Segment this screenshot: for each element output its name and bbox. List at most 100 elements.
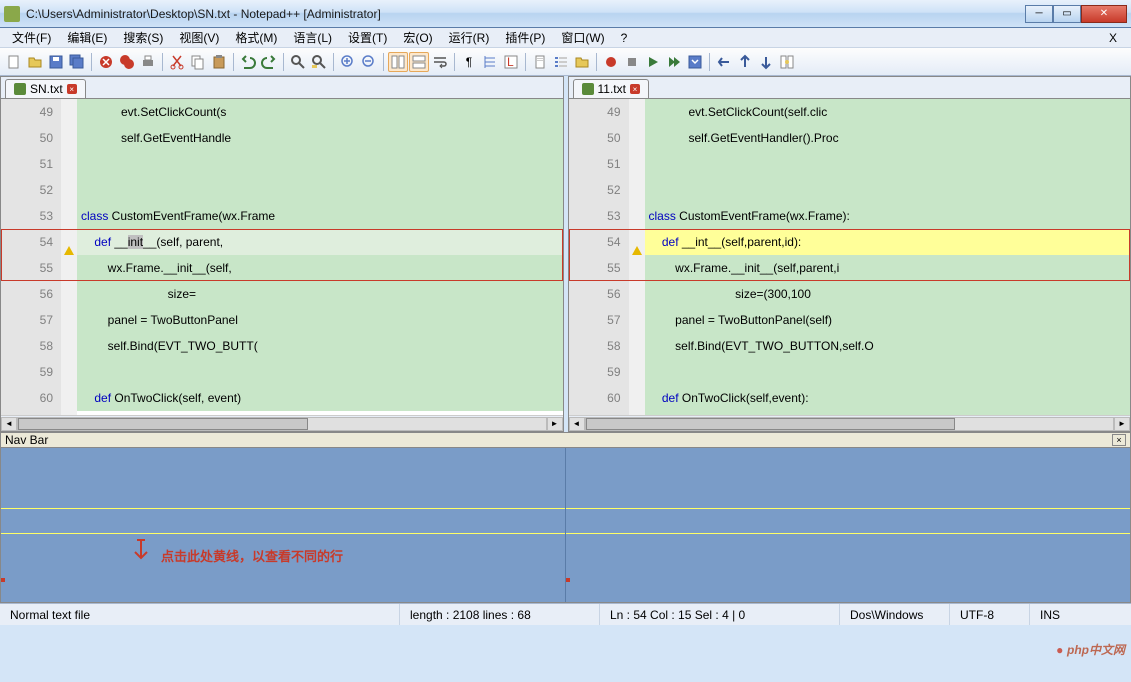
undo-icon[interactable] — [238, 52, 258, 72]
folder-workspace-icon[interactable] — [572, 52, 592, 72]
nav-diff-line[interactable] — [566, 508, 1130, 509]
save-macro-icon[interactable] — [685, 52, 705, 72]
close-file-icon[interactable] — [96, 52, 116, 72]
menu-window[interactable]: 窗口(W) — [553, 27, 612, 48]
menu-macro[interactable]: 宏(O) — [395, 27, 440, 48]
nav-marker — [1, 578, 5, 582]
print-icon[interactable] — [138, 52, 158, 72]
zoom-out-icon[interactable] — [359, 52, 379, 72]
tab-11-txt[interactable]: 11.txt × — [573, 79, 649, 98]
compare-next-icon[interactable] — [756, 52, 776, 72]
user-lang-icon[interactable]: L — [501, 52, 521, 72]
horizontal-scrollbar[interactable]: ◄ ► — [1, 415, 563, 431]
editor-right: 11.txt × 49505152535455565758596061 evt.… — [568, 76, 1131, 432]
sync-h-icon[interactable] — [409, 52, 429, 72]
menu-x-button[interactable]: X — [1101, 29, 1127, 47]
menu-view[interactable]: 视图(V) — [171, 27, 227, 48]
menu-language[interactable]: 语言(L) — [285, 27, 340, 48]
horizontal-scrollbar[interactable]: ◄ ► — [569, 415, 1131, 431]
tab-bar-right: 11.txt × — [569, 77, 1131, 99]
stop-macro-icon[interactable] — [622, 52, 642, 72]
tab-label: 11.txt — [598, 82, 626, 96]
menu-help[interactable]: ? — [613, 29, 636, 47]
tab-sn-txt[interactable]: SN.txt × — [5, 79, 86, 98]
menu-settings[interactable]: 设置(T) — [340, 27, 395, 48]
code-editor-left[interactable]: 495051525354555657585960 evt.SetClickCou… — [1, 99, 563, 415]
menu-plugins[interactable]: 插件(P) — [497, 27, 553, 48]
nav-marker — [566, 578, 570, 582]
status-bar: Normal text file length : 2108 lines : 6… — [0, 603, 1131, 625]
new-file-icon[interactable] — [4, 52, 24, 72]
menu-file[interactable]: 文件(F) — [4, 27, 59, 48]
app-icon — [4, 6, 20, 22]
title-bar: C:\Users\Administrator\Desktop\SN.txt - … — [0, 0, 1131, 28]
toolbar: ¶ L — [0, 48, 1131, 76]
status-encoding: UTF-8 — [950, 604, 1030, 625]
doc-map-icon[interactable] — [530, 52, 550, 72]
scroll-right-icon[interactable]: ► — [547, 417, 563, 431]
find-icon[interactable] — [288, 52, 308, 72]
window-title: C:\Users\Administrator\Desktop\SN.txt - … — [26, 7, 1025, 21]
redo-icon[interactable] — [259, 52, 279, 72]
nav-left[interactable]: 点击此处黄线，以查看不同的行 — [1, 448, 565, 602]
marker-margin — [629, 99, 645, 415]
menu-format[interactable]: 格式(M) — [227, 27, 285, 48]
nav-diff-line[interactable] — [566, 533, 1130, 534]
open-file-icon[interactable] — [25, 52, 45, 72]
status-length: length : 2108 lines : 68 — [400, 604, 600, 625]
save-icon[interactable] — [46, 52, 66, 72]
compare-first-icon[interactable] — [714, 52, 734, 72]
record-macro-icon[interactable] — [601, 52, 621, 72]
status-insert-mode: INS — [1030, 604, 1131, 625]
tab-close-icon[interactable]: × — [67, 84, 77, 94]
nav-diff-line[interactable] — [1, 508, 565, 509]
zoom-in-icon[interactable] — [338, 52, 358, 72]
navbar-header: Nav Bar × — [0, 432, 1131, 448]
status-eol: Dos\Windows — [840, 604, 950, 625]
tab-close-icon[interactable]: × — [630, 84, 640, 94]
file-icon — [14, 83, 26, 95]
paste-icon[interactable] — [209, 52, 229, 72]
replace-icon[interactable] — [309, 52, 329, 72]
menu-search[interactable]: 搜索(S) — [115, 27, 171, 48]
sync-v-icon[interactable] — [388, 52, 408, 72]
line-gutter: 49505152535455565758596061 — [569, 99, 629, 415]
cut-icon[interactable] — [167, 52, 187, 72]
arrow-down-icon — [131, 538, 151, 568]
compare-last-icon[interactable] — [777, 52, 797, 72]
save-all-icon[interactable] — [67, 52, 87, 72]
menu-edit[interactable]: 编辑(E) — [59, 27, 115, 48]
compare-prev-icon[interactable] — [735, 52, 755, 72]
code-area[interactable]: evt.SetClickCount(s self.GetEventHandlec… — [77, 99, 563, 415]
code-area[interactable]: evt.SetClickCount(self.clic self.GetEven… — [645, 99, 1131, 415]
nav-right[interactable] — [565, 448, 1130, 602]
indent-guide-icon[interactable] — [480, 52, 500, 72]
editor-left: SN.txt × 495051525354555657585960 evt.Se… — [0, 76, 564, 432]
minimize-button[interactable]: ─ — [1025, 5, 1053, 23]
show-all-chars-icon[interactable]: ¶ — [459, 52, 479, 72]
close-button[interactable]: ✕ — [1081, 5, 1127, 23]
menu-bar: 文件(F) 编辑(E) 搜索(S) 视图(V) 格式(M) 语言(L) 设置(T… — [0, 28, 1131, 48]
code-editor-right[interactable]: 49505152535455565758596061 evt.SetClickC… — [569, 99, 1131, 415]
scroll-left-icon[interactable]: ◄ — [1, 417, 17, 431]
nav-panel[interactable]: 点击此处黄线，以查看不同的行 — [0, 448, 1131, 603]
tab-bar-left: SN.txt × — [1, 77, 563, 99]
close-all-icon[interactable] — [117, 52, 137, 72]
navbar-title: Nav Bar — [5, 433, 48, 447]
menu-run[interactable]: 运行(R) — [441, 27, 498, 48]
status-filetype: Normal text file — [0, 604, 400, 625]
navbar-close-icon[interactable]: × — [1112, 434, 1126, 446]
scroll-left-icon[interactable]: ◄ — [569, 417, 585, 431]
tab-label: SN.txt — [30, 82, 63, 96]
line-gutter: 495051525354555657585960 — [1, 99, 61, 415]
nav-diff-line[interactable] — [1, 533, 565, 534]
play-multi-icon[interactable] — [664, 52, 684, 72]
func-list-icon[interactable] — [551, 52, 571, 72]
wrap-icon[interactable] — [430, 52, 450, 72]
copy-icon[interactable] — [188, 52, 208, 72]
scroll-right-icon[interactable]: ► — [1114, 417, 1130, 431]
file-icon — [582, 83, 594, 95]
nav-hint-text: 点击此处黄线，以查看不同的行 — [161, 546, 343, 565]
play-macro-icon[interactable] — [643, 52, 663, 72]
maximize-button[interactable]: ▭ — [1053, 5, 1081, 23]
